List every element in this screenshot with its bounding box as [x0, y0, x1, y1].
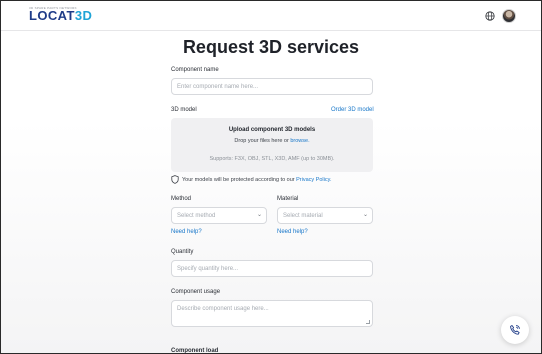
privacy-note: Your models will be protected according … — [182, 177, 332, 183]
page-title: Request 3D services — [182, 37, 360, 57]
component-usage-placeholder: Describe component usage here... — [177, 306, 269, 312]
upload-drop-label: Drop your files here or — [234, 138, 291, 144]
upload-title: Upload component 3D models — [228, 127, 316, 133]
phone-call-icon — [510, 325, 520, 335]
upload-drop-text: Drop your files here or browse. — [171, 138, 373, 144]
component-usage-label: Component usage — [171, 289, 221, 295]
method-label: Method — [171, 196, 192, 202]
resize-handle[interactable] — [366, 320, 370, 324]
order-3d-model-link[interactable]: Order 3D model — [331, 107, 374, 113]
brand-logo[interactable]: LOCAT3D — [29, 9, 92, 23]
globe-icon[interactable] — [485, 11, 495, 21]
privacy-policy-link[interactable]: Privacy Policy. — [296, 177, 331, 183]
component-usage-textarea[interactable]: Describe component usage here... — [171, 300, 373, 327]
method-help-link[interactable]: Need help? — [171, 229, 202, 235]
chevron-down-icon: ⌄ — [257, 212, 263, 218]
upload-supported-formats: Supports: F3X, OBJ, STL, X3D, AMF (up to… — [209, 156, 335, 162]
material-help-link[interactable]: Need help? — [277, 229, 308, 235]
shield-icon — [171, 175, 179, 184]
component-name-label: Component name — [171, 67, 219, 73]
method-select-value: Select method — [177, 212, 216, 219]
material-select-value: Select material — [283, 212, 323, 219]
component-name-input[interactable]: Enter component name here... — [171, 78, 373, 95]
model-upload-dropzone[interactable]: Upload component 3D models Drop your fil… — [171, 118, 373, 172]
app-window: 3D Spare Parts Network LOCAT3D Request 3… — [0, 0, 542, 354]
chevron-down-icon: ⌄ — [363, 212, 369, 218]
quantity-label: Quantity — [171, 249, 194, 255]
call-button[interactable] — [501, 316, 529, 344]
browse-link[interactable]: browse. — [290, 138, 309, 144]
logo-text-accent: 3D — [74, 8, 93, 23]
model-label: 3D model — [171, 107, 197, 113]
privacy-text: Your models will be protected according … — [182, 177, 297, 183]
material-select[interactable]: Select material — [277, 207, 373, 224]
logo-text-main: LOCAT — [29, 8, 75, 23]
top-header: 3D Spare Parts Network LOCAT3D — [1, 1, 541, 31]
material-label: Material — [277, 196, 299, 202]
method-select[interactable]: Select method — [171, 207, 267, 224]
user-avatar[interactable] — [502, 9, 516, 23]
component-load-label: Component load — [171, 348, 219, 354]
quantity-input[interactable]: Specify quantity here... — [171, 260, 373, 277]
